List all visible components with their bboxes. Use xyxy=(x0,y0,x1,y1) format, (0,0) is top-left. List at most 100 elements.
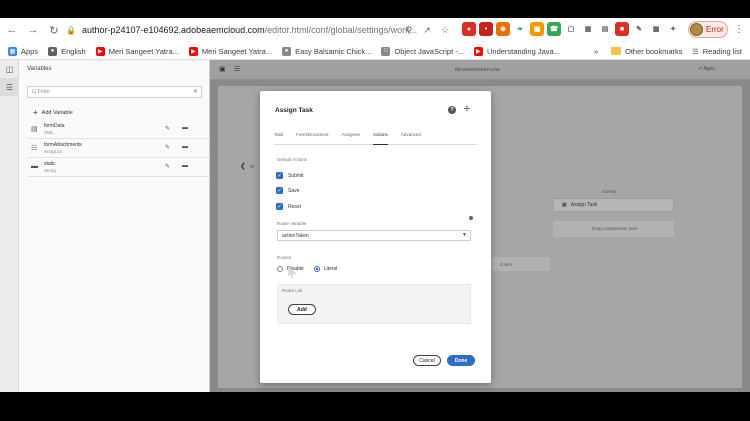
bookmark-apps[interactable]: ▦ Apps xyxy=(8,46,38,56)
apps-link[interactable]: ↗ Apps xyxy=(698,66,715,72)
radio-disable[interactable] xyxy=(277,266,283,272)
assign-task-node[interactable]: ▦ Assign Task xyxy=(553,198,674,212)
forward-icon[interactable]: → xyxy=(24,21,42,39)
bookmark-understanding-java[interactable]: ▶ Understanding Java... xyxy=(473,46,560,56)
done-button[interactable]: Done xyxy=(447,355,475,366)
address-bar[interactable]: 🔒 author-p24107-e104692.adobeaemcloud.co… xyxy=(66,21,456,39)
bookmark-english[interactable]: ● English xyxy=(48,46,86,56)
dialog-title: Assign Task xyxy=(275,107,313,114)
variable-name: formData xyxy=(44,123,65,129)
fullscreen-icon[interactable]: ✢ xyxy=(464,105,470,113)
omnibox-actions: ⚲ ↗ ☆ xyxy=(402,21,452,39)
list-item[interactable]: ▬ static String ✎ ▬ xyxy=(27,158,213,177)
checkbox-label: Submit xyxy=(288,172,304,179)
route-variable-select[interactable]: actionTaken ▼ xyxy=(277,230,471,241)
add-route-button[interactable]: Add xyxy=(288,304,316,315)
extension-camera-icon[interactable]: ▢ xyxy=(564,22,578,36)
share-icon: ❮ xyxy=(240,163,246,170)
bookmark-meri-sangeet-2[interactable]: ▶ Meri Sangeet Yatra... xyxy=(188,46,273,56)
extension-doc-icon[interactable]: ▤ xyxy=(598,22,612,36)
trash-icon[interactable]: ▬ xyxy=(182,125,188,131)
lock-icon: 🔒 xyxy=(66,25,76,35)
browser-chrome: ← → ↻ 🔒 author-p24107-e104692.adobeaemcl… xyxy=(0,18,750,60)
star-icon[interactable]: ☆ xyxy=(438,21,452,39)
tab-assignee[interactable]: Assignee xyxy=(342,131,361,145)
info-dot-icon xyxy=(469,216,473,220)
youtube-icon: ▶ xyxy=(95,46,105,56)
variables-icon[interactable]: ☰ xyxy=(0,78,19,96)
search-icon[interactable]: ⚲ xyxy=(402,21,416,39)
extension-orange-icon[interactable]: ⊗ xyxy=(496,22,510,36)
list-item[interactable]: ☷ formAttachments ArrayList ✎ ▬ xyxy=(27,139,213,158)
checkbox-save[interactable]: ✓ Save xyxy=(276,187,299,194)
tab-form-document[interactable]: Form/Document xyxy=(296,131,328,145)
bookmark-label: Meri Sangeet Yatra... xyxy=(201,46,273,56)
bookmark-label: Understanding Java... xyxy=(486,46,560,56)
edit-icon[interactable]: ✎ xyxy=(165,163,170,170)
routes-label: Routes xyxy=(277,255,292,260)
youtube-icon: ▶ xyxy=(188,46,198,56)
document-icon: ▤ xyxy=(31,126,38,133)
checkbox-submit[interactable]: ✓ Submit xyxy=(276,172,304,179)
recipe-icon: ● xyxy=(282,46,292,56)
list-item[interactable]: ▤ formData XML ✎ ▬ xyxy=(27,120,213,139)
tab-task[interactable]: Task xyxy=(274,131,283,145)
canvas-ghost-node xyxy=(488,257,550,271)
check-icon: ✓ xyxy=(276,187,283,194)
settings-icon[interactable]: ☰ xyxy=(234,65,240,73)
extension-whatsapp-icon[interactable]: ☎ xyxy=(547,22,561,36)
edit-icon[interactable]: ✎ xyxy=(165,144,170,151)
extension-grid-icon[interactable]: ▦ xyxy=(581,22,595,36)
edit-icon[interactable]: ✎ xyxy=(165,125,170,132)
canvas-ghost-text: it item xyxy=(500,262,513,267)
tab-actions[interactable]: Actions xyxy=(373,131,388,145)
extension-toggle-icon[interactable]: ▩ xyxy=(649,22,663,36)
extension-badge-icon[interactable]: • xyxy=(479,22,493,36)
tab-advanced[interactable]: Advanced xyxy=(401,131,421,145)
bookmark-meri-sangeet-1[interactable]: ▶ Meri Sangeet Yatra... xyxy=(95,46,179,56)
menu-kebab-icon[interactable]: ⋮ xyxy=(734,24,744,35)
check-icon: ✓ xyxy=(276,172,283,179)
more-bookmarks-icon[interactable]: » xyxy=(594,42,598,60)
cancel-button[interactable]: Cancel xyxy=(413,355,441,366)
route-list-label: Route List xyxy=(282,288,303,293)
other-bookmarks-label: Other bookmarks xyxy=(625,46,683,56)
bookmark-balsamic[interactable]: ● Easy Balsamic Chick... xyxy=(282,46,372,56)
clear-icon[interactable]: ✕ xyxy=(193,88,198,95)
other-bookmarks[interactable]: Other bookmarks xyxy=(611,42,683,60)
dialog-tabs: Task Form/Document Assignee Actions Adva… xyxy=(274,131,477,145)
route-variable-label: Route Variable xyxy=(277,221,307,226)
puzzle-icon[interactable]: ✦ xyxy=(666,22,680,36)
bookmark-label: Meri Sangeet Yatra... xyxy=(108,46,179,56)
reload-icon[interactable]: ↻ xyxy=(45,21,63,39)
default-actions-label: Default Actions xyxy=(277,157,308,162)
radio-literal[interactable] xyxy=(313,266,320,272)
back-icon[interactable]: ← xyxy=(3,21,21,39)
side-rail: ◫ ☰ xyxy=(0,60,19,392)
reading-list[interactable]: ☰ Reading list xyxy=(692,42,742,60)
extension-clip-icon[interactable]: ✎ xyxy=(632,22,646,36)
assign-task-dialog: Assign Task ? ✢ Task Form/Document Assig… xyxy=(260,91,491,383)
bookmark-label: Easy Balsamic Chick... xyxy=(295,46,372,56)
bookmark-object-js[interactable]: □ Object JavaScript -... xyxy=(381,46,464,56)
checkbox-label: Reset xyxy=(288,203,302,210)
filter-input[interactable]: Q Filter ✕ xyxy=(27,86,202,98)
checkbox-reset[interactable]: ✓ Reset xyxy=(276,203,301,210)
extension-flag-icon[interactable]: ■ xyxy=(615,22,629,36)
profile-button[interactable]: Error xyxy=(688,21,728,38)
components-icon[interactable]: ◫ xyxy=(0,60,19,78)
plus-icon: + xyxy=(33,108,38,117)
variables-panel: Variables Q Filter ✕ + Add Variable ▤ fo… xyxy=(19,60,219,392)
help-icon[interactable]: ? xyxy=(448,106,456,114)
extension-square-icon[interactable]: ▣ xyxy=(530,22,544,36)
extension-red-icon[interactable]: ● xyxy=(462,22,476,36)
list-icon: ☷ xyxy=(31,145,38,152)
bookmark-label: Object JavaScript -... xyxy=(394,46,464,56)
trash-icon[interactable]: ▬ xyxy=(182,144,188,150)
panel-toggle-icon[interactable]: ▣ xyxy=(219,65,226,73)
share-icon[interactable]: ↗ xyxy=(420,21,434,39)
add-variable-button[interactable]: + Add Variable xyxy=(33,108,73,117)
top-letterbox xyxy=(0,0,750,18)
trash-icon[interactable]: ▬ xyxy=(182,163,188,169)
extension-leaf-icon[interactable]: ❧ xyxy=(513,22,527,36)
